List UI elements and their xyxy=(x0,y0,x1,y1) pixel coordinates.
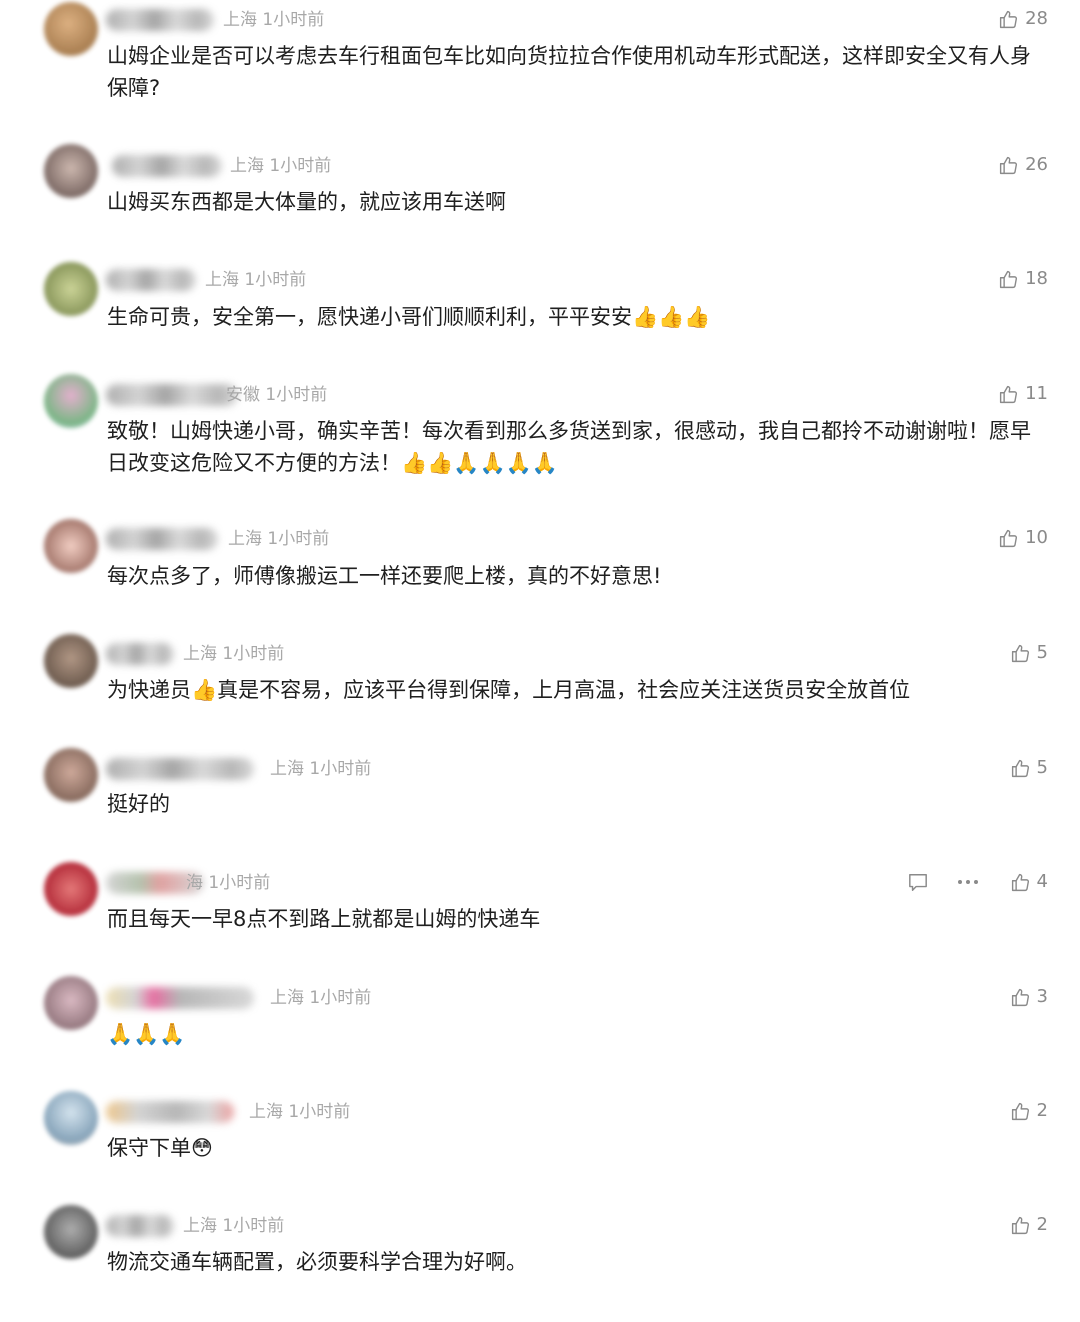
comment-meta: 上海 1小时前 xyxy=(223,10,325,30)
comment-meta: 上海 1小时前 xyxy=(183,644,285,664)
like-count: 28 xyxy=(1025,8,1048,29)
thumbs-up-icon xyxy=(1010,1101,1031,1122)
comment-text: 而且每天一早8点不到路上就都是山姆的快递车 xyxy=(107,907,541,931)
avatar[interactable] xyxy=(44,2,98,56)
like-count: 10 xyxy=(1025,527,1048,548)
thumbs-up-icon xyxy=(1010,1215,1031,1236)
username-blurred[interactable] xyxy=(106,9,214,31)
like-button[interactable]: 5 xyxy=(1010,642,1048,664)
username-blurred[interactable] xyxy=(106,758,254,780)
comment-text: 🙏🙏🙏 xyxy=(107,1022,186,1046)
comment-meta: 上海 1小时前 xyxy=(183,1216,285,1236)
comment-meta: 上海 1小时前 xyxy=(228,529,330,549)
avatar[interactable] xyxy=(44,1091,98,1145)
comment-meta: 上海 1小时前 xyxy=(270,759,372,779)
thumbs-up-icon xyxy=(998,528,1019,549)
like-button[interactable]: 2 xyxy=(1010,1100,1048,1122)
comment-meta: 海 1小时前 xyxy=(186,873,271,893)
comment-text: 山姆买东西都是大体量的，就应该用车送啊 xyxy=(107,190,506,214)
comment-text: 致敬！山姆快递小哥，确实辛苦！每次看到那么多货送到家，很感动，我自己都拎不动谢谢… xyxy=(107,419,1031,475)
avatar[interactable] xyxy=(44,262,98,316)
avatar[interactable] xyxy=(44,976,98,1030)
thumbs-up-icon xyxy=(1010,643,1031,664)
username-blurred[interactable] xyxy=(106,1215,174,1237)
username-blurred[interactable] xyxy=(112,155,222,177)
like-count: 11 xyxy=(1025,383,1048,404)
comment-meta: 上海 1小时前 xyxy=(205,270,307,290)
reply-button[interactable] xyxy=(906,871,930,893)
like-button[interactable]: 26 xyxy=(998,154,1048,176)
like-button[interactable]: 4 xyxy=(1010,871,1048,893)
thumbs-up-icon xyxy=(1010,872,1031,893)
avatar[interactable] xyxy=(44,634,98,688)
like-count: 5 xyxy=(1036,642,1048,663)
comment-text: 保守下单😳 xyxy=(107,1136,213,1160)
username-blurred[interactable] xyxy=(106,987,254,1009)
like-count: 4 xyxy=(1036,871,1048,892)
comment-text: 生命可贵，安全第一，愿快递小哥们顺顺利利，平平安安👍👍👍 xyxy=(107,305,711,329)
avatar[interactable] xyxy=(44,144,98,198)
more-dots-icon xyxy=(957,879,979,885)
avatar[interactable] xyxy=(44,1205,98,1259)
username-blurred[interactable] xyxy=(106,643,174,665)
comment-meta: 上海 1小时前 xyxy=(249,1102,351,1122)
like-button[interactable]: 2 xyxy=(1010,1214,1048,1236)
thumbs-up-icon xyxy=(1010,758,1031,779)
like-count: 2 xyxy=(1036,1214,1048,1235)
comment-text: 物流交通车辆配置，必须要科学合理为好啊。 xyxy=(107,1250,527,1274)
like-button[interactable]: 18 xyxy=(998,268,1048,290)
comment-text: 山姆企业是否可以考虑去车行租面包车比如向货拉拉合作使用机动车形式配送，这样即安全… xyxy=(107,44,1031,100)
thumbs-up-icon xyxy=(998,384,1019,405)
avatar[interactable] xyxy=(44,862,98,916)
like-button[interactable]: 3 xyxy=(1010,986,1048,1008)
like-count: 18 xyxy=(1025,268,1048,289)
like-button[interactable]: 28 xyxy=(998,8,1048,30)
like-button[interactable]: 5 xyxy=(1010,757,1048,779)
comment-text: 挺好的 xyxy=(107,792,170,816)
username-blurred[interactable] xyxy=(106,269,196,291)
username-blurred[interactable] xyxy=(106,384,238,406)
like-count: 2 xyxy=(1036,1100,1048,1121)
comment-text: 每次点多了，师傅像搬运工一样还要爬上楼，真的不好意思! xyxy=(107,564,662,588)
avatar[interactable] xyxy=(44,374,98,428)
like-button[interactable]: 10 xyxy=(998,527,1048,549)
comment-icon xyxy=(907,872,929,892)
comment-meta: 上海 1小时前 xyxy=(270,988,372,1008)
like-count: 3 xyxy=(1036,986,1048,1007)
avatar[interactable] xyxy=(44,519,98,573)
thumbs-up-icon xyxy=(998,9,1019,30)
like-count: 5 xyxy=(1036,757,1048,778)
comment-meta: 安徽 1小时前 xyxy=(226,385,328,405)
username-blurred[interactable] xyxy=(106,528,218,550)
more-button[interactable] xyxy=(956,871,980,893)
thumbs-up-icon xyxy=(998,269,1019,290)
like-button[interactable]: 11 xyxy=(998,383,1048,405)
comment-text: 为快递员👍真是不容易，应该平台得到保障，上月高温，社会应关注送货员安全放首位 xyxy=(107,678,911,702)
thumbs-up-icon xyxy=(1010,987,1031,1008)
thumbs-up-icon xyxy=(998,155,1019,176)
like-count: 26 xyxy=(1025,154,1048,175)
username-blurred[interactable] xyxy=(106,1101,234,1123)
avatar[interactable] xyxy=(44,748,98,802)
comment-meta: 上海 1小时前 xyxy=(230,156,332,176)
